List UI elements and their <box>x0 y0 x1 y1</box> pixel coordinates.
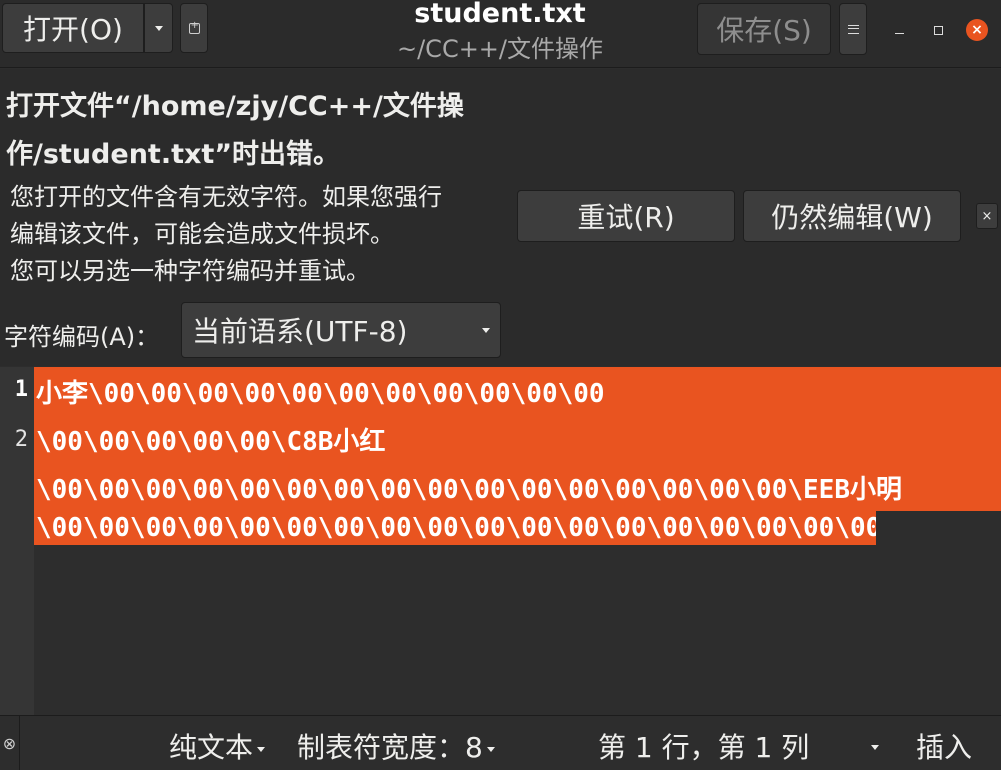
new-document-icon <box>189 23 200 34</box>
error-infobar: 打开文件“/home/zjy/CC++/文件操作/student.txt”时出错… <box>0 69 1001 366</box>
minimize-icon <box>895 33 904 34</box>
window-title: student.txt <box>300 0 700 28</box>
error-title: 打开文件“/home/zjy/CC++/文件操作/student.txt”时出错… <box>6 83 526 179</box>
insert-mode-indicator[interactable]: 插入 <box>916 726 972 766</box>
cursor-position[interactable]: 第 1 行，第 1 列 <box>598 726 809 766</box>
chevron-down-icon <box>257 747 265 752</box>
error-description: 您打开的文件含有无效字符。如果您强行 编辑该文件，可能会造成文件损坏。 您可以另… <box>10 179 510 290</box>
open-recent-dropdown-button[interactable] <box>144 3 173 53</box>
editor-line-selected[interactable]: \00\00\00\00\00\00\00\00\00\00\00\00\00… <box>34 511 876 545</box>
editor-line-selected[interactable]: \00\00\00\00\00\C8B小红 <box>34 415 1001 463</box>
side-panel-toggle-button[interactable]: ⊗ <box>0 716 20 770</box>
encoding-value: 当前语系(UTF-8) <box>192 310 407 350</box>
chevron-down-icon <box>482 328 490 333</box>
open-button[interactable]: 打开(O) <box>2 3 144 53</box>
tab-width-label: 制表符宽度：8 <box>297 726 483 766</box>
error-description-line-1: 您打开的文件含有无效字符。如果您强行 <box>10 179 510 216</box>
new-tab-button[interactable] <box>180 3 208 53</box>
close-window-button[interactable]: × <box>966 19 988 41</box>
window-subtitle: ~/CC++/文件操作 <box>300 34 700 64</box>
maximize-button[interactable] <box>927 19 949 41</box>
status-bar: ⊗ 纯文本 制表符宽度：8 第 1 行，第 1 列 插入 <box>0 715 1001 770</box>
error-description-line-3: 您可以另选一种字符编码并重试。 <box>10 253 510 290</box>
encoding-label: 字符编码(A)： <box>4 317 159 352</box>
text-editor[interactable]: 1 2 小李\00\00\00\00\00\00\00\00\00\00\00 … <box>0 367 1001 715</box>
line-number: 1 <box>15 377 28 402</box>
chevron-down-icon <box>487 747 495 752</box>
edit-anyway-button[interactable]: 仍然编辑(W) <box>743 190 961 242</box>
editor-line-selected[interactable]: 小李\00\00\00\00\00\00\00\00\00\00\00 <box>34 367 1001 415</box>
infobar-close-button[interactable]: × <box>976 203 998 229</box>
header-bar: 打开(O) student.txt ~/CC++/文件操作 保存(S) × <box>0 0 1001 68</box>
maximize-icon <box>934 26 943 35</box>
tab-width-selector[interactable]: 制表符宽度：8 <box>297 726 495 766</box>
language-selector[interactable]: 纯文本 <box>169 726 265 766</box>
chevron-down-icon[interactable] <box>871 745 879 750</box>
main-menu-button[interactable] <box>839 3 867 55</box>
save-button[interactable]: 保存(S) <box>697 3 831 55</box>
hamburger-menu-icon <box>848 25 859 34</box>
window-title-area: student.txt ~/CC++/文件操作 <box>300 0 700 64</box>
minimize-button[interactable] <box>888 19 910 41</box>
encoding-select[interactable]: 当前语系(UTF-8) <box>181 302 501 358</box>
line-number-gutter: 1 2 <box>0 367 34 715</box>
retry-button[interactable]: 重试(R) <box>517 190 735 242</box>
chevron-down-icon <box>155 26 163 31</box>
error-description-line-2: 编辑该文件，可能会造成文件损坏。 <box>10 216 510 253</box>
language-label: 纯文本 <box>169 726 253 766</box>
editor-line-selected[interactable]: \00\00\00\00\00\00\00\00\00\00\00\00\00… <box>34 463 1001 511</box>
line-number: 2 <box>15 427 28 452</box>
